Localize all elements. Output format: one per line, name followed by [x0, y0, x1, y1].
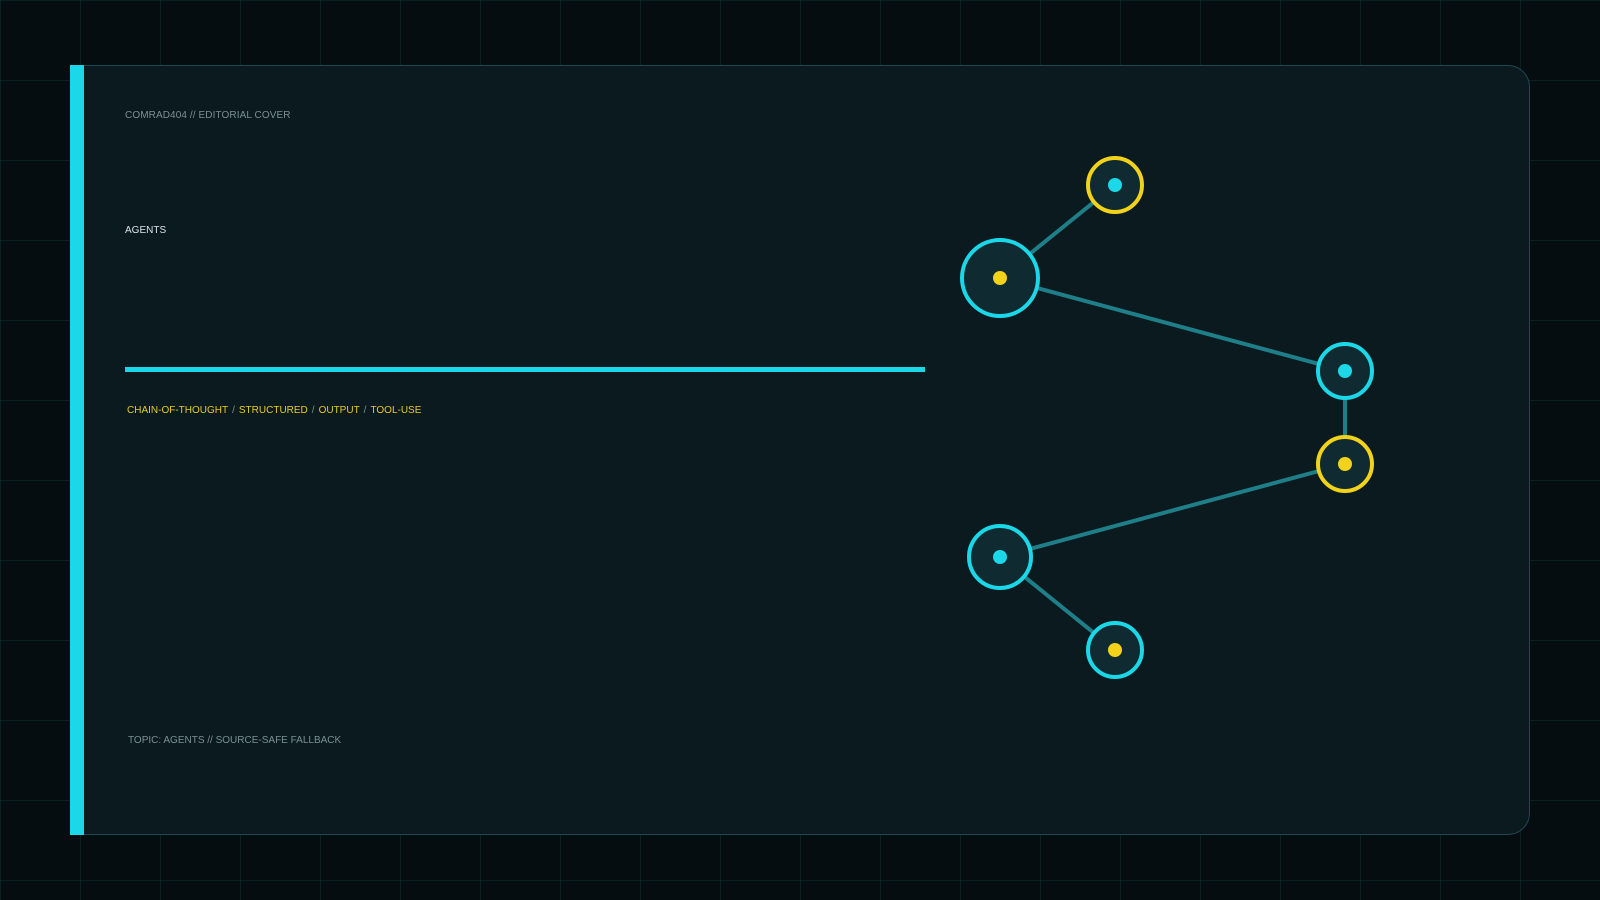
tag-separator: /	[311, 405, 315, 416]
tag-list: CHAIN-OF-THOUGHT / STRUCTURED / OUTPUT / TOOL-…	[127, 405, 421, 416]
tag-separator: /	[363, 405, 367, 416]
tag-item: CHAIN-OF-THOUGHT	[127, 405, 229, 416]
footer-note: TOPIC: AGENTS // SOURCE-SAFE FALLBACK	[128, 735, 342, 746]
tag-item: OUTPUT	[318, 405, 360, 416]
divider-rule	[125, 367, 925, 372]
section-label: AGENTS	[125, 225, 167, 236]
accent-bar	[70, 65, 84, 835]
tag-separator: /	[232, 405, 235, 416]
tag-item: STRUCTURED	[238, 405, 308, 416]
tag-item: TOOL-USE	[370, 405, 422, 416]
kicker-label: COMRAD404 // EDITORIAL COVER	[125, 110, 291, 121]
cover-card	[70, 65, 1530, 835]
